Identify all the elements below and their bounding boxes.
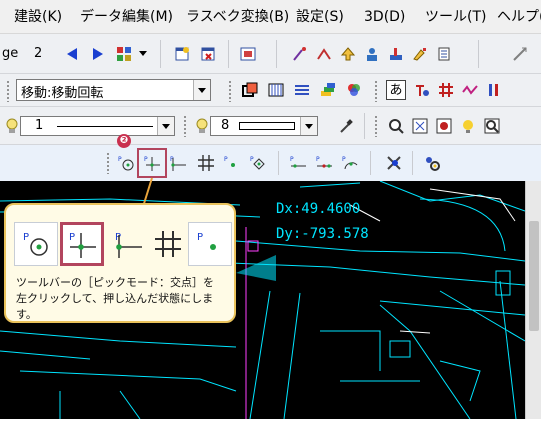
svg-text:P: P [69,232,75,243]
svg-text:P: P [197,232,203,243]
instruction-callout: P P P P ツールバーの［ピックモード：交点］を 左クリックして、押し込んだ… [4,203,236,323]
svg-text:P: P [23,232,29,243]
callout-circle-center-icon: P [14,222,58,266]
callout-text-line-1: ツールバーの［ピックモード：交点］を [16,276,214,289]
callout-intersection-icon: P [60,222,104,266]
callout-free-point-icon: P [188,222,232,266]
cad-application-window: 建設(K) データ編集(M) ラスベク変換(B) 設定(S) 3D(D) ツール… [0,0,541,435]
callout-grid-icon [146,222,190,266]
callout-text-line-2: 左クリックして、押し込んだ状態にします。 [16,292,214,321]
svg-text:P: P [115,232,121,243]
callout-instruction-text: ツールバーの［ピックモード：交点］を 左クリックして、押し込んだ状態にします。 [16,275,230,323]
callout-endpoint-icon: P [106,222,150,266]
